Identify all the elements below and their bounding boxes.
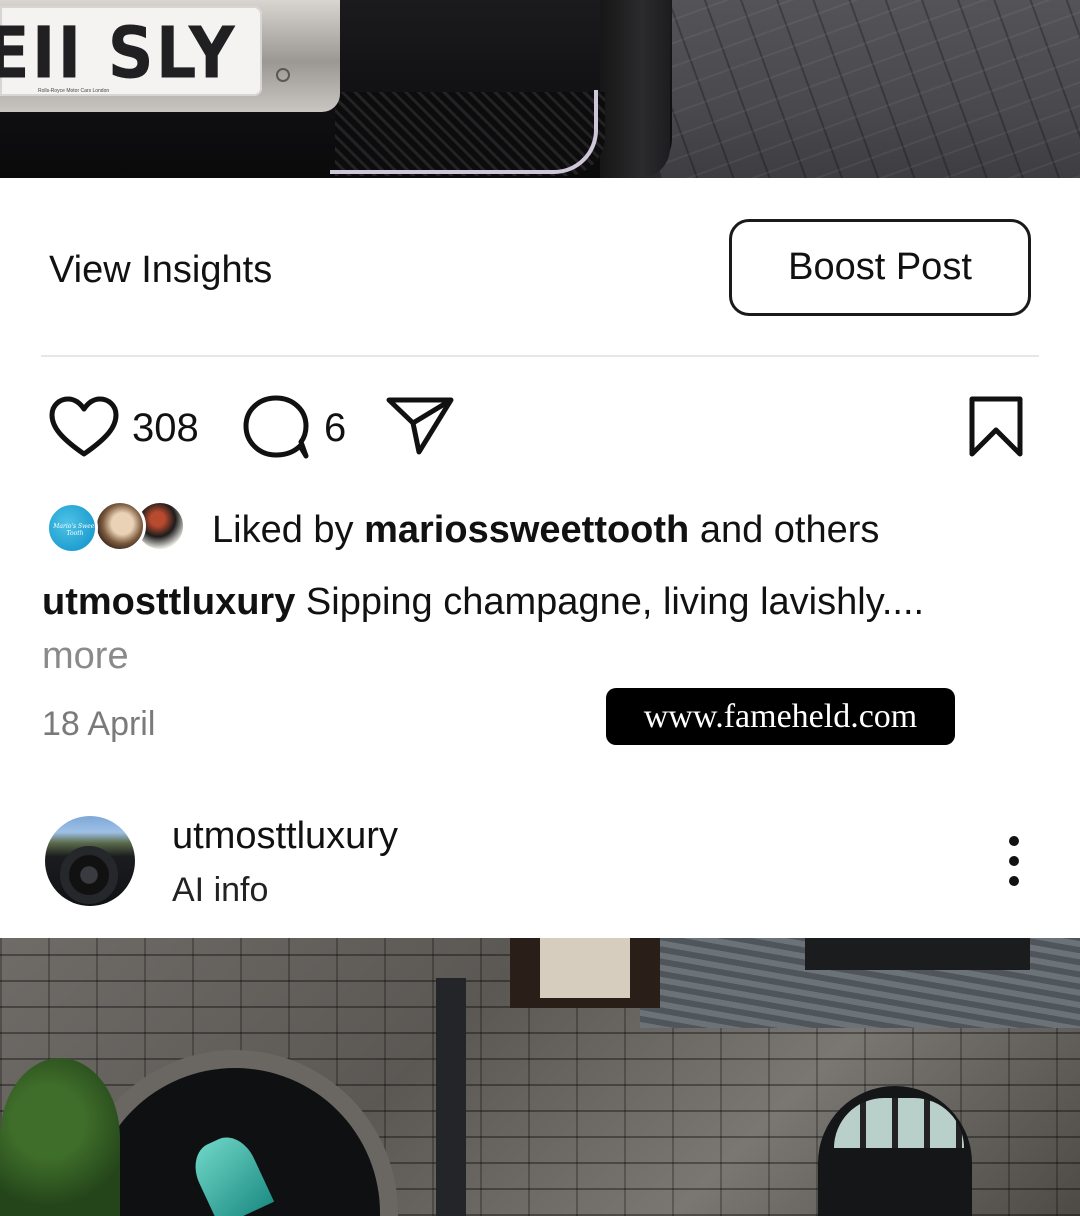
comment-count[interactable]: 6 <box>324 404 346 452</box>
post-image-house[interactable] <box>0 938 1080 1216</box>
caption-username[interactable]: utmosttluxury <box>42 581 295 623</box>
plate-dealer-text: Rolls-Royce Motor Cars London <box>38 88 110 94</box>
liked-by-prefix: Liked by <box>212 509 365 551</box>
caption-more-link[interactable]: more <box>42 632 129 680</box>
avatar-logo-text: Mario's Sweet Tooth <box>53 523 97 537</box>
view-insights-link[interactable]: View Insights <box>49 246 272 294</box>
steering-wheel-image <box>60 846 118 904</box>
heart-icon[interactable] <box>49 396 119 458</box>
post-date: 18 April <box>42 705 156 743</box>
roof-edge <box>805 938 1030 970</box>
watermark-badge: www.fameheld.com <box>606 688 955 745</box>
plate-number: EII SLY <box>0 12 237 96</box>
chrome-trim <box>330 90 598 174</box>
like-count[interactable]: 308 <box>132 404 199 452</box>
license-plate: EII SLY Rolls-Royce Motor Cars London <box>0 6 262 96</box>
boost-post-button[interactable]: Boost Post <box>729 219 1031 316</box>
post-username[interactable]: utmosttluxury <box>172 812 398 860</box>
liked-by-username[interactable]: mariossweettooth <box>364 509 689 551</box>
liked-by-text[interactable]: Liked by mariossweettooth and others <box>212 506 879 554</box>
liker-avatar[interactable] <box>94 500 146 552</box>
comment-icon[interactable] <box>242 394 312 462</box>
post-image-car[interactable]: EII SLY Rolls-Royce Motor Cars London <box>0 0 1080 178</box>
send-icon[interactable] <box>386 396 454 456</box>
liked-by-suffix: and others <box>689 509 880 551</box>
car-tyre <box>600 0 670 178</box>
pavement <box>660 0 1080 178</box>
divider <box>41 355 1039 357</box>
post-caption: utmosttluxury Sipping champagne, living … <box>42 578 924 626</box>
gable-panel <box>540 938 630 998</box>
more-vertical-icon[interactable] <box>994 836 1034 888</box>
bookmark-icon[interactable] <box>968 396 1024 458</box>
profile-avatar[interactable] <box>45 816 135 906</box>
caption-text: Sipping champagne, living lavishly.... <box>295 581 925 623</box>
plate-screw <box>276 68 290 82</box>
ai-info-label[interactable]: AI info <box>172 868 268 912</box>
liker-avatar[interactable]: Mario's Sweet Tooth <box>46 502 98 554</box>
drain-pipe <box>436 978 466 1216</box>
shrub <box>0 1058 120 1216</box>
